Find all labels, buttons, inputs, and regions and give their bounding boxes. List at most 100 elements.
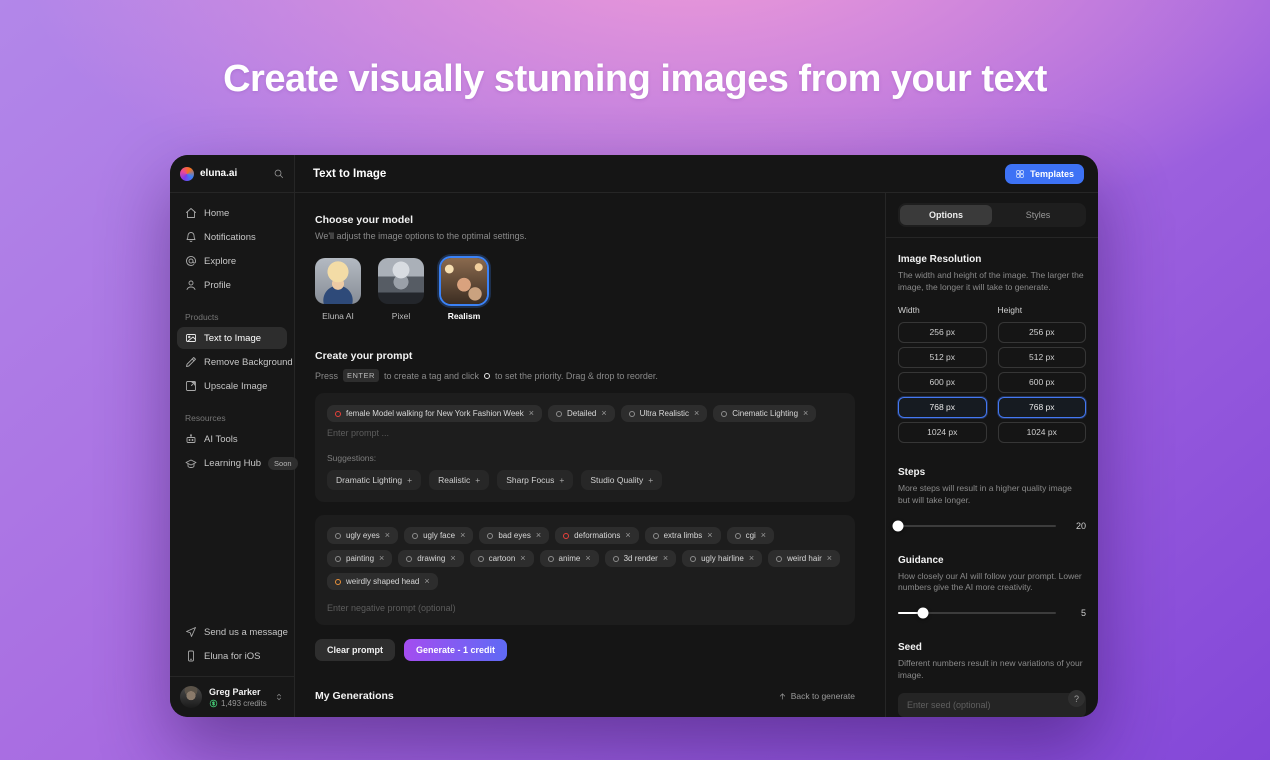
priority-ring-icon[interactable] [412, 533, 418, 539]
tag-ugly-face[interactable]: ugly face× [404, 527, 473, 544]
remove-tag-icon[interactable]: × [585, 554, 590, 563]
suggestion-chip-dramatic-lighting[interactable]: Dramatic Lighting+ [327, 470, 421, 490]
height-option-600-px[interactable]: 600 px [998, 372, 1087, 393]
width-option-600-px[interactable]: 600 px [898, 372, 987, 393]
remove-tag-icon[interactable]: × [803, 409, 808, 418]
height-option-512-px[interactable]: 512 px [998, 347, 1087, 368]
tag-detailed[interactable]: Detailed× [548, 405, 615, 422]
sidebar-item-send-us-a-message[interactable]: Send us a message [177, 621, 287, 643]
priority-ring-icon[interactable] [548, 556, 554, 562]
remove-tag-icon[interactable]: × [694, 409, 699, 418]
height-option-768-px[interactable]: 768 px [998, 397, 1087, 418]
clear-prompt-button[interactable]: Clear prompt [315, 639, 395, 661]
width-option-768-px[interactable]: 768 px [898, 397, 987, 418]
height-option-256-px[interactable]: 256 px [998, 322, 1087, 343]
tag-extra-limbs[interactable]: extra limbs× [645, 527, 721, 544]
tag-female-model-walking-for-new-york-fashion-week[interactable]: female Model walking for New York Fashio… [327, 405, 542, 422]
tab-options[interactable]: Options [900, 205, 992, 225]
guidance-slider-thumb[interactable] [918, 608, 929, 619]
suggestion-chip-sharp-focus[interactable]: Sharp Focus+ [497, 470, 573, 490]
app-header: Text to Image Templates [295, 155, 1098, 193]
tag-bad-eyes[interactable]: bad eyes× [479, 527, 549, 544]
remove-tag-icon[interactable]: × [827, 554, 832, 563]
search-icon[interactable] [273, 168, 284, 179]
remove-tag-icon[interactable]: × [450, 554, 455, 563]
sidebar-item-upscale-image[interactable]: Upscale Image [177, 375, 287, 397]
tag-3d-render[interactable]: 3d render× [605, 550, 677, 567]
sidebar-item-learning-hub[interactable]: Learning HubSoon [177, 452, 287, 475]
sidebar-item-home[interactable]: Home [177, 202, 287, 224]
back-to-generate-link[interactable]: Back to generate [778, 691, 855, 701]
priority-ring-icon[interactable] [487, 533, 493, 539]
remove-tag-icon[interactable]: × [663, 554, 668, 563]
tag-drawing[interactable]: drawing× [398, 550, 463, 567]
sidebar-item-text-to-image[interactable]: Text to Image [177, 327, 287, 349]
sidebar-item-remove-background[interactable]: Remove Background [177, 351, 287, 373]
tag-weirdly-shaped-head[interactable]: weirdly shaped head× [327, 573, 438, 590]
priority-ring-icon[interactable] [335, 411, 341, 417]
width-option-1024-px[interactable]: 1024 px [898, 422, 987, 443]
remove-tag-icon[interactable]: × [749, 554, 754, 563]
priority-ring-icon[interactable] [335, 579, 341, 585]
tag-cartoon[interactable]: cartoon× [470, 550, 534, 567]
remove-tag-icon[interactable]: × [601, 409, 606, 418]
generate-button[interactable]: Generate - 1 credit [404, 639, 507, 661]
tag-cinematic-lighting[interactable]: Cinematic Lighting× [713, 405, 816, 422]
suggestion-chip-realistic[interactable]: Realistic+ [429, 470, 489, 490]
tag-anime[interactable]: anime× [540, 550, 599, 567]
tag-ugly-hairline[interactable]: ugly hairline× [682, 550, 762, 567]
priority-ring-icon[interactable] [556, 411, 562, 417]
priority-ring-icon[interactable] [776, 556, 782, 562]
tag-painting[interactable]: painting× [327, 550, 392, 567]
priority-ring-icon[interactable] [335, 556, 341, 562]
sidebar-item-ai-tools[interactable]: AI Tools [177, 428, 287, 450]
priority-ring-icon[interactable] [478, 556, 484, 562]
model-card-realism[interactable]: Realism [441, 258, 487, 321]
height-option-1024-px[interactable]: 1024 px [998, 422, 1087, 443]
user-menu[interactable]: Greg Parker 1,493 credits [170, 676, 294, 717]
negative-prompt-input[interactable] [327, 603, 843, 613]
remove-tag-icon[interactable]: × [761, 531, 766, 540]
priority-ring-icon[interactable] [629, 411, 635, 417]
remove-tag-icon[interactable]: × [536, 531, 541, 540]
priority-ring-icon[interactable] [721, 411, 727, 417]
model-card-pixel[interactable]: Pixel [378, 258, 424, 321]
priority-ring-icon[interactable] [613, 556, 619, 562]
remove-tag-icon[interactable]: × [529, 409, 534, 418]
remove-tag-icon[interactable]: × [460, 531, 465, 540]
remove-tag-icon[interactable]: × [707, 531, 712, 540]
priority-ring-icon[interactable] [406, 556, 412, 562]
tab-styles[interactable]: Styles [992, 205, 1084, 225]
prompt-input[interactable] [327, 428, 843, 438]
width-option-256-px[interactable]: 256 px [898, 322, 987, 343]
suggestion-chip-studio-quality[interactable]: Studio Quality+ [581, 470, 662, 490]
steps-slider[interactable] [898, 525, 1056, 527]
remove-tag-icon[interactable]: × [385, 531, 390, 540]
seed-input[interactable] [898, 693, 1086, 717]
tag-deformations[interactable]: deformations× [555, 527, 639, 544]
priority-ring-icon[interactable] [563, 533, 569, 539]
sidebar-item-eluna-for-ios[interactable]: Eluna for iOS [177, 645, 287, 667]
tag-weird-hair[interactable]: weird hair× [768, 550, 840, 567]
sidebar-item-profile[interactable]: Profile [177, 274, 287, 296]
steps-slider-thumb[interactable] [893, 520, 904, 531]
tag-ultra-realistic[interactable]: Ultra Realistic× [621, 405, 708, 422]
sidebar-item-explore[interactable]: Explore [177, 250, 287, 272]
help-button[interactable]: ? [1068, 690, 1085, 707]
priority-ring-icon[interactable] [690, 556, 696, 562]
priority-ring-icon[interactable] [335, 533, 341, 539]
tag-ugly-eyes[interactable]: ugly eyes× [327, 527, 398, 544]
remove-tag-icon[interactable]: × [379, 554, 384, 563]
width-label: Width [898, 305, 987, 315]
remove-tag-icon[interactable]: × [520, 554, 525, 563]
priority-ring-icon[interactable] [653, 533, 659, 539]
templates-button[interactable]: Templates [1005, 164, 1084, 184]
remove-tag-icon[interactable]: × [625, 531, 630, 540]
priority-ring-icon[interactable] [735, 533, 741, 539]
model-card-eluna-ai[interactable]: Eluna AI [315, 258, 361, 321]
remove-tag-icon[interactable]: × [424, 577, 429, 586]
tag-cgi[interactable]: cgi× [727, 527, 775, 544]
sidebar-item-notifications[interactable]: Notifications [177, 226, 287, 248]
width-option-512-px[interactable]: 512 px [898, 347, 987, 368]
guidance-slider[interactable] [898, 612, 1056, 614]
